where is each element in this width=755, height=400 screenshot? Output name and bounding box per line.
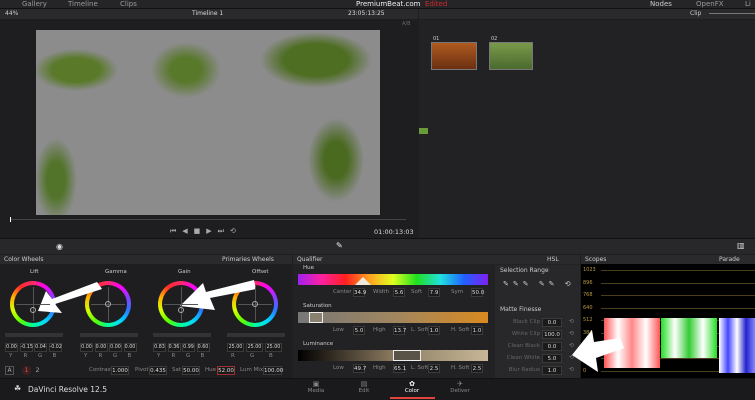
page-media[interactable]: ▣ Media — [296, 380, 336, 394]
app-name: DaVinci Resolve 12.5 — [28, 385, 107, 394]
annotation-arrows — [38, 280, 624, 372]
page-color[interactable]: ✿ Color — [392, 380, 432, 394]
page-icon: ✈ — [457, 380, 463, 388]
page-icon: ▤ — [360, 380, 368, 388]
page-icon: ✿ — [409, 380, 415, 388]
page-icon: ▣ — [312, 380, 320, 388]
page-deliver[interactable]: ✈ Deliver — [440, 380, 480, 394]
page-label: Edit — [358, 388, 370, 394]
arrow-lift — [38, 282, 102, 313]
davinci-logo-icon: ☘ — [14, 384, 22, 393]
arrow-gain — [180, 280, 256, 310]
page-label: Media — [307, 388, 325, 394]
page-label: Color — [404, 388, 420, 394]
active-page-indicator — [390, 397, 435, 399]
page-edit[interactable]: ▤ Edit — [344, 380, 384, 394]
page-label: Deliver — [450, 388, 470, 394]
arrow-scopes — [572, 330, 624, 372]
